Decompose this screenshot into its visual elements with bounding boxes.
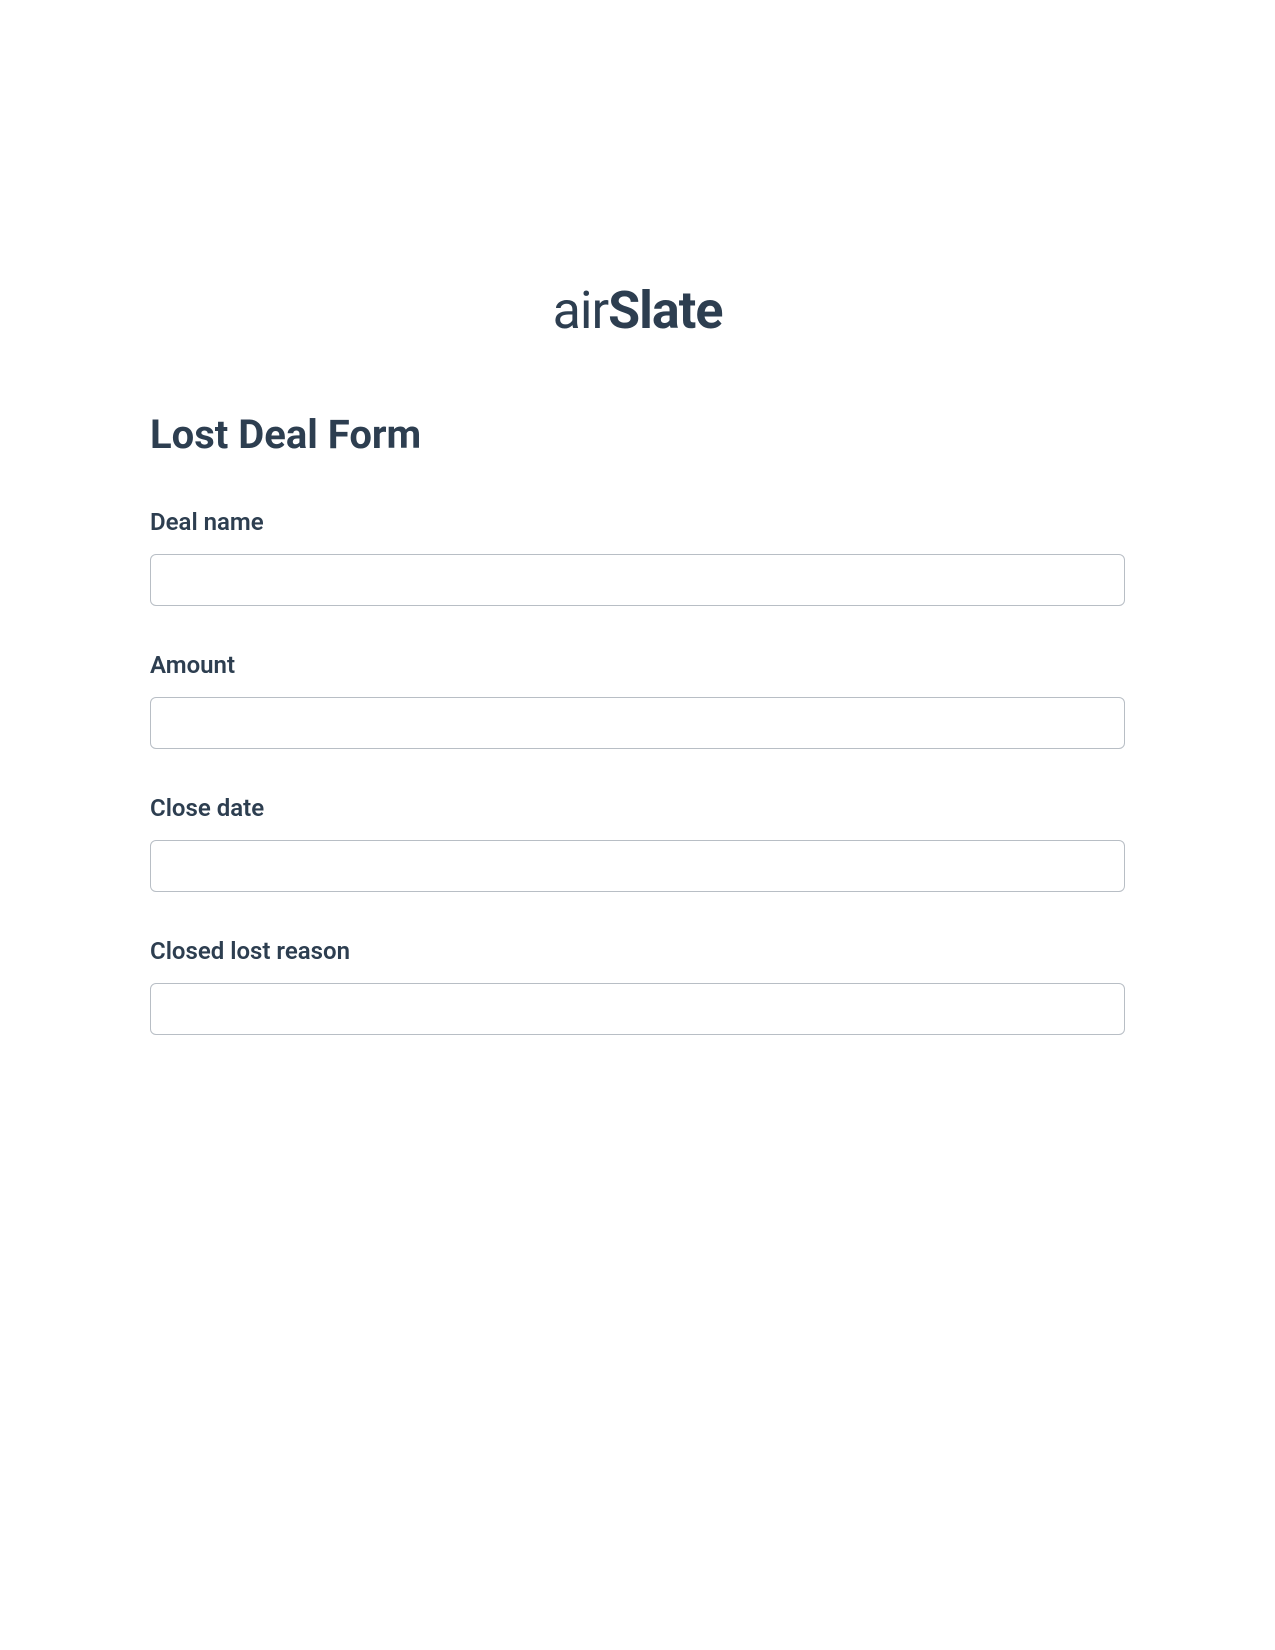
input-deal-name[interactable] — [150, 554, 1125, 606]
input-amount[interactable] — [150, 697, 1125, 749]
input-close-date[interactable] — [150, 840, 1125, 892]
label-close-date: Close date — [150, 794, 1125, 822]
label-amount: Amount — [150, 651, 1125, 679]
field-amount: Amount — [150, 651, 1125, 749]
label-closed-lost-reason: Closed lost reason — [150, 937, 1125, 965]
input-closed-lost-reason[interactable] — [150, 983, 1125, 1035]
logo-container: airSlate — [150, 280, 1125, 341]
logo-prefix: air — [553, 280, 609, 341]
field-closed-lost-reason: Closed lost reason — [150, 937, 1125, 1035]
logo-suffix: Slate — [608, 280, 722, 341]
airslate-logo: airSlate — [553, 280, 723, 341]
field-close-date: Close date — [150, 794, 1125, 892]
form-page: airSlate Lost Deal Form Deal name Amount… — [0, 0, 1275, 1035]
label-deal-name: Deal name — [150, 508, 1125, 536]
form-title: Lost Deal Form — [150, 411, 1125, 458]
field-deal-name: Deal name — [150, 508, 1125, 606]
